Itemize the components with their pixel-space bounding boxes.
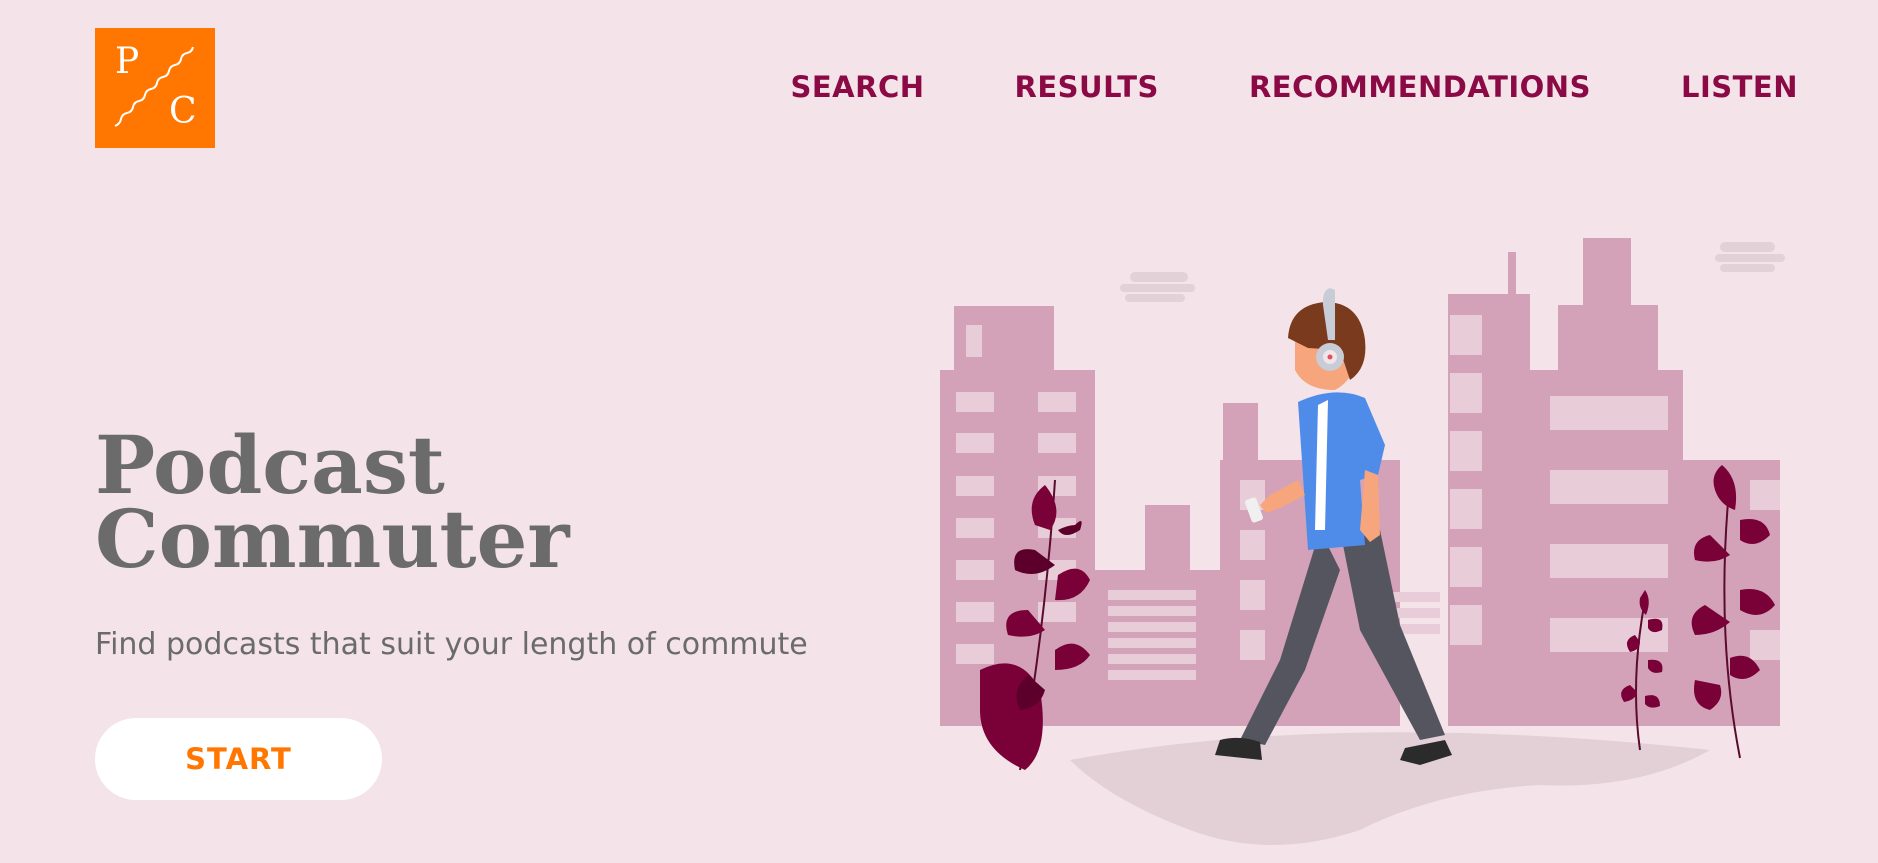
cloud-icon [1120,242,1785,302]
nav-search[interactable]: SEARCH [790,70,924,104]
commuter-walking-illustration [940,238,1785,845]
logo[interactable]: P C [95,28,215,148]
title-line-2: Commuter [95,492,570,586]
nav-recommendations[interactable]: RECOMMENDATIONS [1249,70,1591,104]
main-nav: SEARCH RESULTS RECOMMENDATIONS LISTEN [790,70,1798,104]
nav-results[interactable]: RESULTS [1015,70,1159,104]
logo-letter-p: P [115,41,140,82]
wavy-line-icon [114,46,194,127]
nav-listen[interactable]: LISTEN [1681,70,1798,104]
logo-letter-c: C [169,91,197,132]
hero-subtitle: Find podcasts that suit your length of c… [95,627,808,662]
page-title: Podcast Commuter [95,418,570,586]
start-button[interactable]: START [95,718,382,800]
title-line-1: Podcast [95,418,445,512]
